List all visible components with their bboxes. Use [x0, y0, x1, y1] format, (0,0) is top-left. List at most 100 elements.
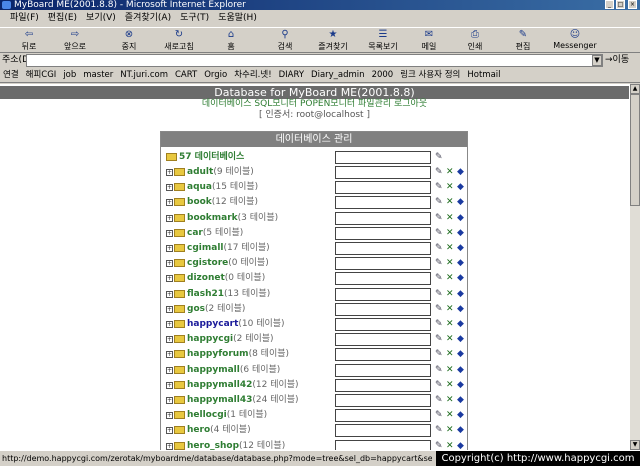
delete-icon[interactable]: ✕	[446, 395, 454, 405]
database-name[interactable]: happymall42(12 테이블)	[187, 378, 299, 393]
expand-icon[interactable]: +	[166, 245, 173, 252]
database-row[interactable]: + gos(2 테이블) ✎ ✕ ◆	[164, 302, 464, 317]
copy-icon[interactable]: ◆	[457, 304, 464, 314]
rename-input[interactable]	[335, 348, 431, 362]
database-name[interactable]: hero_shop(12 테이블)	[187, 439, 285, 450]
expand-icon[interactable]: +	[166, 290, 173, 298]
delete-icon[interactable]: ✕	[446, 334, 454, 344]
copy-icon[interactable]: ◆	[457, 182, 464, 192]
expand-icon[interactable]: +	[166, 169, 173, 176]
link-item[interactable]: Orgio	[204, 70, 227, 80]
link-item[interactable]: Hotmail	[467, 70, 500, 80]
delete-icon[interactable]: ✕	[446, 273, 454, 283]
address-dropdown-icon[interactable]: ▼	[592, 55, 602, 66]
database-row[interactable]: + happymall43(24 테이블) ✎ ✕ ◆	[164, 393, 464, 408]
copy-icon[interactable]: ◆	[457, 395, 464, 405]
copy-icon[interactable]: ◆	[457, 334, 464, 344]
expand-icon[interactable]: +	[166, 275, 173, 283]
expand-icon[interactable]: +	[166, 412, 173, 420]
edit-icon[interactable]: ✎	[435, 441, 443, 450]
database-row[interactable]: + hero_shop(12 테이블) ✎ ✕ ◆	[164, 439, 464, 450]
copy-icon[interactable]: ◆	[457, 425, 464, 435]
toolbar-button-1[interactable]: ⇨ 앞으로	[50, 30, 100, 52]
database-name[interactable]: flash21(13 테이블)	[187, 287, 270, 302]
vertical-scrollbar[interactable]: ▲ ▼	[629, 84, 640, 450]
address-input[interactable]	[26, 54, 603, 67]
edit-icon[interactable]: ✎	[435, 380, 443, 390]
rename-input[interactable]	[335, 272, 431, 286]
go-button[interactable]: →이동	[605, 53, 629, 68]
database-name[interactable]: cgimall(17 테이블)	[187, 241, 270, 256]
database-row[interactable]: + flash21(13 테이블) ✎ ✕ ◆	[164, 287, 464, 302]
database-name[interactable]: cgistore(0 테이블)	[187, 256, 269, 271]
delete-icon[interactable]: ✕	[446, 197, 454, 207]
expand-icon[interactable]: +	[166, 366, 173, 374]
database-name[interactable]: happycart(10 테이블)	[187, 317, 285, 332]
toolbar-button-7[interactable]: ☰ 목록보기	[358, 30, 408, 52]
expand-icon[interactable]: +	[166, 397, 173, 404]
database-row[interactable]: + happycgi(2 테이블) ✎ ✕ ◆	[164, 332, 464, 347]
link-item[interactable]: 링크 사용자 정의	[400, 70, 460, 80]
edit-icon[interactable]: ✎	[435, 152, 443, 162]
database-row[interactable]: + happyforum(8 테이블) ✎ ✕ ◆	[164, 347, 464, 362]
close-button[interactable]: ×	[628, 0, 637, 9]
scroll-down-icon[interactable]: ▼	[630, 440, 640, 450]
database-root-row[interactable]: 57 데이터베이스 ✎	[164, 150, 464, 165]
database-row[interactable]: + happymall(6 테이블) ✎ ✕ ◆	[164, 363, 464, 378]
rename-input[interactable]	[335, 394, 431, 407]
expand-icon[interactable]: +	[166, 336, 173, 344]
copy-icon[interactable]: ◆	[457, 228, 464, 238]
expand-icon[interactable]: +	[166, 427, 173, 435]
edit-icon[interactable]: ✎	[435, 243, 443, 253]
database-name[interactable]: happymall(6 테이블)	[187, 363, 280, 378]
menu-item[interactable]: 도구(T)	[180, 13, 209, 23]
top-navigation[interactable]: 데이터베이스 SQL모니터 POPEN모니터 파일관리 로그아웃	[0, 99, 629, 109]
copy-icon[interactable]: ◆	[457, 167, 464, 177]
link-item[interactable]: job	[63, 70, 76, 80]
edit-icon[interactable]: ✎	[435, 273, 443, 283]
database-row[interactable]: + bookmark(3 테이블) ✎ ✕ ◆	[164, 211, 464, 226]
edit-icon[interactable]: ✎	[435, 289, 443, 299]
delete-icon[interactable]: ✕	[446, 319, 454, 329]
database-row[interactable]: + cgistore(0 테이블) ✎ ✕ ◆	[164, 256, 464, 271]
database-row[interactable]: + happymall42(12 테이블) ✎ ✕ ◆	[164, 378, 464, 393]
link-item[interactable]: 해피CGI	[26, 70, 57, 80]
rename-input[interactable]	[335, 439, 431, 450]
delete-icon[interactable]: ✕	[446, 410, 454, 420]
edit-icon[interactable]: ✎	[435, 304, 443, 314]
database-name[interactable]: dizonet(0 테이블)	[187, 271, 265, 286]
edit-icon[interactable]: ✎	[435, 258, 443, 268]
link-item[interactable]: Diary_admin	[311, 70, 365, 80]
delete-icon[interactable]: ✕	[446, 228, 454, 238]
edit-icon[interactable]: ✎	[435, 349, 443, 359]
delete-icon[interactable]: ✕	[446, 258, 454, 268]
copy-icon[interactable]: ◆	[457, 441, 464, 450]
edit-icon[interactable]: ✎	[435, 213, 443, 223]
database-row[interactable]: + hellocgi(1 테이블) ✎ ✕ ◆	[164, 408, 464, 423]
database-row[interactable]: + happycart(10 테이블) ✎ ✕ ◆	[164, 317, 464, 332]
scroll-thumb[interactable]	[630, 94, 640, 206]
link-item[interactable]: CART	[175, 70, 197, 80]
toolbar-button-4[interactable]: ⌂ 홈	[206, 30, 256, 52]
delete-icon[interactable]: ✕	[446, 243, 454, 253]
rename-input[interactable]	[335, 424, 431, 438]
rename-input[interactable]	[335, 287, 431, 301]
copy-icon[interactable]: ◆	[457, 197, 464, 207]
toolbar-button-0[interactable]: ⇦ 뒤로	[4, 30, 54, 52]
database-name[interactable]: car(5 테이블)	[187, 226, 243, 241]
rename-input[interactable]	[335, 181, 431, 195]
toolbar-button-5[interactable]: ⚲ 검색	[260, 30, 310, 52]
expand-icon[interactable]: +	[166, 321, 173, 328]
database-row[interactable]: + cgimall(17 테이블) ✎ ✕ ◆	[164, 241, 464, 256]
rename-input[interactable]	[335, 409, 431, 423]
rename-input[interactable]	[335, 302, 431, 316]
toolbar-button-10[interactable]: ✎ 편집	[498, 30, 548, 52]
toolbar-button-11[interactable]: ☺ Messenger	[550, 30, 600, 51]
expand-icon[interactable]: +	[166, 305, 173, 313]
expand-icon[interactable]: +	[166, 260, 173, 268]
copy-icon[interactable]: ◆	[457, 258, 464, 268]
database-name[interactable]: happyforum(8 테이블)	[187, 347, 289, 362]
database-name[interactable]: happycgi(2 테이블)	[187, 332, 274, 347]
rename-input[interactable]	[335, 318, 431, 331]
rename-input[interactable]	[335, 378, 431, 392]
